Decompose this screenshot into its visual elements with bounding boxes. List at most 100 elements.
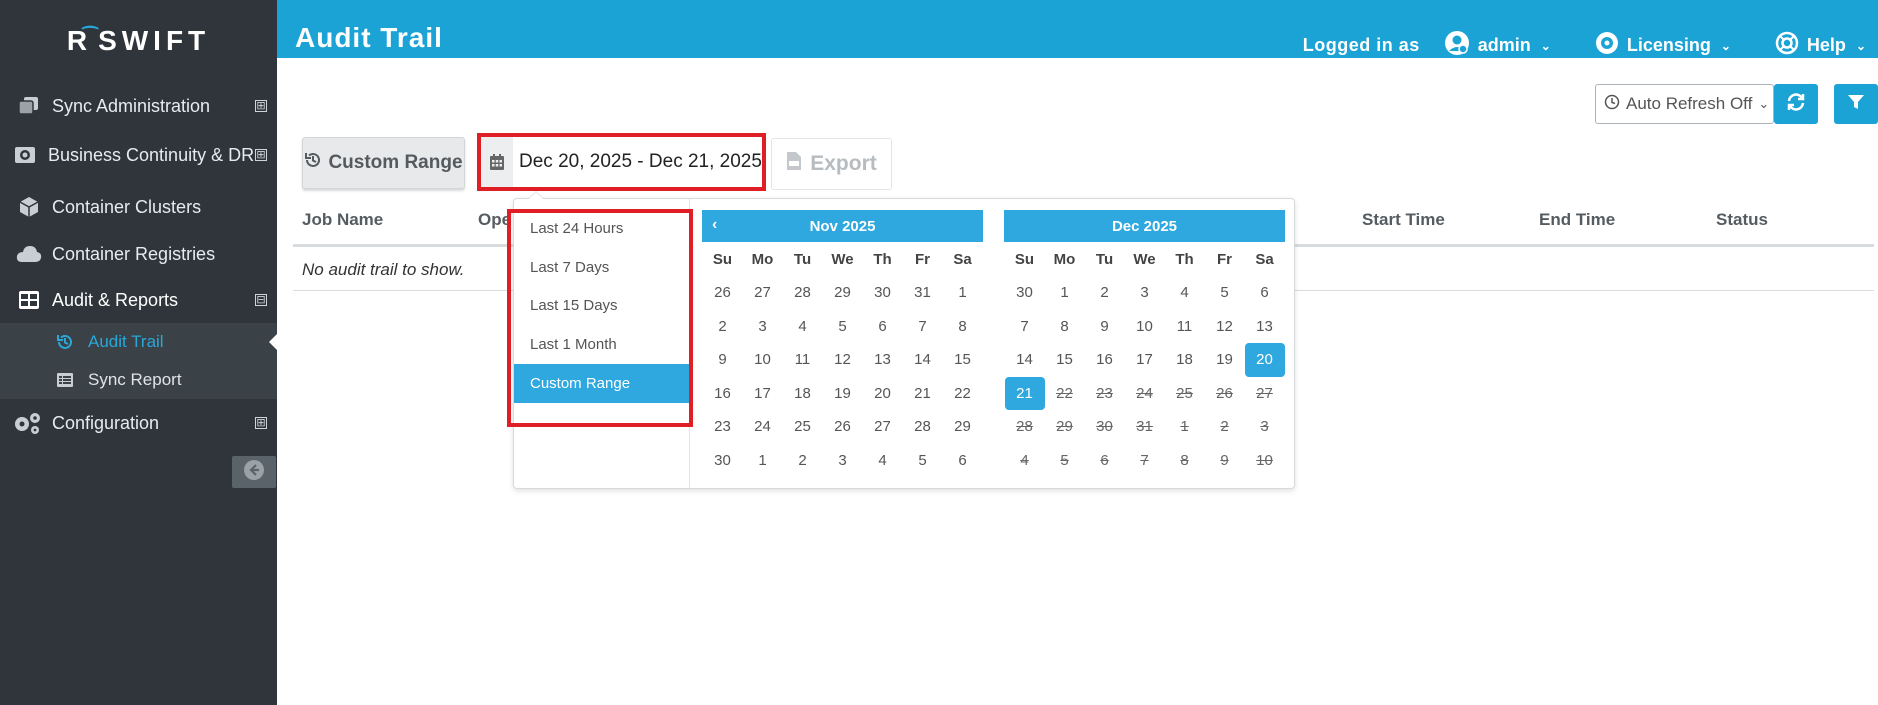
calendar-day[interactable]: 28 <box>903 410 943 444</box>
calendar-day[interactable]: 16 <box>703 377 743 411</box>
calendar-day[interactable]: 10 <box>1125 310 1165 344</box>
calendar-day[interactable]: 22 <box>943 377 983 411</box>
calendar-day[interactable]: 27 <box>743 276 783 310</box>
calendar-day[interactable]: 18 <box>1165 343 1205 377</box>
sidebar-item-sync-report[interactable]: Sync Report <box>0 361 277 399</box>
calendar-day[interactable]: 2 <box>703 310 743 344</box>
column-header-job-name[interactable]: Job Name <box>302 210 383 230</box>
auto-refresh-select[interactable]: Auto Refresh Off ⌄ <box>1595 84 1774 124</box>
column-header-operation[interactable]: Ope <box>478 210 511 230</box>
licensing-menu[interactable]: Licensing ⌄ <box>1595 31 1731 60</box>
collapse-icon[interactable]: ⊟ <box>255 294 267 306</box>
calendar-day[interactable]: 24 <box>743 410 783 444</box>
calendar-day[interactable]: 17 <box>743 377 783 411</box>
refresh-button[interactable] <box>1774 84 1818 124</box>
calendar-day[interactable]: 27 <box>863 410 903 444</box>
user-name: admin <box>1477 35 1531 55</box>
calendar-day[interactable]: 20 <box>863 377 903 411</box>
calendar-day[interactable]: 31 <box>903 276 943 310</box>
range-option[interactable]: Last 15 Days <box>514 286 690 325</box>
calendar-day[interactable]: 8 <box>943 310 983 344</box>
calendar-day[interactable]: 9 <box>703 343 743 377</box>
calendar-day[interactable]: 29 <box>823 276 863 310</box>
calendar-day[interactable]: 15 <box>943 343 983 377</box>
range-option[interactable]: Last 1 Month <box>514 325 690 364</box>
expand-icon[interactable]: ⊞ <box>255 149 267 161</box>
calendar-day[interactable]: 18 <box>783 377 823 411</box>
chevron-left-icon[interactable]: ‹ <box>712 216 717 234</box>
user-menu[interactable]: admin ⌄ <box>1444 30 1551 61</box>
calendar-day[interactable]: 17 <box>1125 343 1165 377</box>
calendar-day[interactable]: 14 <box>903 343 943 377</box>
calendar-day[interactable]: 11 <box>1165 310 1205 344</box>
calendar-day-selected[interactable]: 21 <box>1004 376 1045 410</box>
calendar-day[interactable]: 4 <box>863 444 903 478</box>
expand-icon[interactable]: ⊞ <box>255 100 267 112</box>
calendar-day[interactable]: 19 <box>823 377 863 411</box>
date-range-input[interactable]: Dec 20, 2025 - Dec 21, 2025 <box>477 133 766 191</box>
calendar-day[interactable]: 14 <box>1005 343 1045 377</box>
help-menu[interactable]: Help ⌄ <box>1775 31 1866 60</box>
range-option[interactable]: Last 24 Hours <box>514 209 690 248</box>
calendar-day[interactable]: 30 <box>703 444 743 478</box>
calendar-day[interactable]: 1 <box>1045 276 1085 310</box>
calendar-day[interactable]: 5 <box>903 444 943 478</box>
calendar-day[interactable]: 12 <box>823 343 863 377</box>
filter-button[interactable] <box>1834 84 1878 124</box>
column-header-status[interactable]: Status <box>1716 210 1768 230</box>
sidebar-collapse-button[interactable] <box>232 456 276 488</box>
calendar-day[interactable]: 2 <box>783 444 823 478</box>
custom-range-button[interactable]: Custom Range <box>302 137 465 189</box>
calendar-day[interactable]: 6 <box>1245 276 1285 310</box>
export-button[interactable]: Export <box>771 138 892 190</box>
calendar-day[interactable]: 3 <box>1125 276 1165 310</box>
calendar-day[interactable]: 7 <box>1005 310 1045 344</box>
expand-icon[interactable]: ⊞ <box>255 417 267 429</box>
calendar-day[interactable]: 23 <box>703 410 743 444</box>
calendar-day[interactable]: 1 <box>943 276 983 310</box>
calendar-day[interactable]: 5 <box>1205 276 1245 310</box>
sidebar-item-configuration[interactable]: Configuration ⊞ <box>0 399 277 447</box>
calendar-day[interactable]: 8 <box>1045 310 1085 344</box>
calendar-day[interactable]: 13 <box>863 343 903 377</box>
calendar-day[interactable]: 1 <box>743 444 783 478</box>
calendar-day[interactable]: 3 <box>823 444 863 478</box>
calendar-day[interactable]: 10 <box>743 343 783 377</box>
calendar-day[interactable]: 28 <box>783 276 823 310</box>
calendar-day[interactable]: 5 <box>823 310 863 344</box>
sidebar-item-container-clusters[interactable]: Container Clusters <box>0 183 277 231</box>
calendar-day[interactable]: 7 <box>903 310 943 344</box>
calendar-day[interactable]: 4 <box>783 310 823 344</box>
calendar-day[interactable]: 30 <box>1005 276 1045 310</box>
calendar-day[interactable]: 9 <box>1085 310 1125 344</box>
sidebar-item-container-registries[interactable]: Container Registries <box>0 230 277 278</box>
sidebar-item-audit-trail[interactable]: Audit Trail <box>0 323 277 361</box>
calendar-day[interactable]: 15 <box>1045 343 1085 377</box>
calendar-day[interactable]: 16 <box>1085 343 1125 377</box>
calendar-day[interactable]: 26 <box>823 410 863 444</box>
sidebar-item-audit-reports[interactable]: Audit & Reports ⊟ <box>0 276 277 324</box>
sidebar-item-sync-administration[interactable]: Sync Administration ⊞ <box>0 82 277 130</box>
calendar-day[interactable]: 21 <box>903 377 943 411</box>
calendar-day[interactable]: 30 <box>863 276 903 310</box>
column-header-start-time[interactable]: Start Time <box>1362 210 1445 230</box>
calendar-day[interactable]: 12 <box>1205 310 1245 344</box>
range-option[interactable]: Last 7 Days <box>514 248 690 287</box>
calendar-day[interactable]: 19 <box>1205 343 1245 377</box>
day-of-week-label: Th <box>1175 250 1194 268</box>
calendar-day-selected[interactable]: 20 <box>1244 343 1285 377</box>
range-option-active[interactable]: Custom Range <box>514 364 690 403</box>
calendar-day[interactable]: 6 <box>863 310 903 344</box>
calendar-day[interactable]: 29 <box>943 410 983 444</box>
calendar-day[interactable]: 3 <box>743 310 783 344</box>
calendar-day[interactable]: 4 <box>1165 276 1205 310</box>
preset-ranges: Last 24 Hours Last 7 Days Last 15 Days L… <box>514 199 690 488</box>
calendar-day[interactable]: 26 <box>703 276 743 310</box>
sidebar-item-business-continuity[interactable]: Business Continuity & DR ⊞ <box>0 131 277 179</box>
calendar-day[interactable]: 2 <box>1085 276 1125 310</box>
calendar-day[interactable]: 6 <box>943 444 983 478</box>
calendar-day[interactable]: 11 <box>783 343 823 377</box>
calendar-day[interactable]: 25 <box>783 410 823 444</box>
column-header-end-time[interactable]: End Time <box>1539 210 1615 230</box>
calendar-day[interactable]: 13 <box>1245 310 1285 344</box>
